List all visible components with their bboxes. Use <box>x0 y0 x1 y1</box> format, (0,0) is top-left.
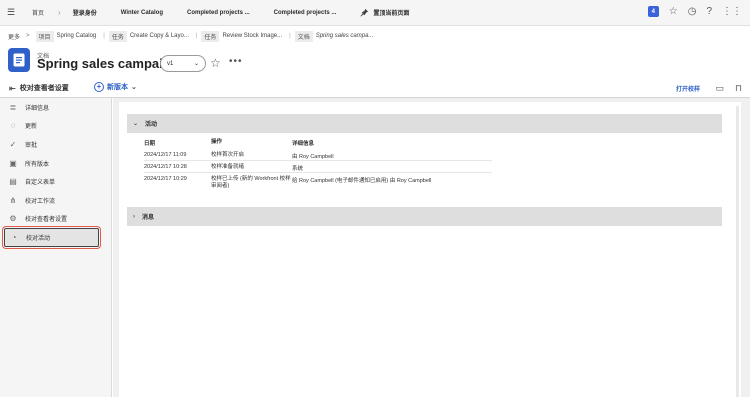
pin-page-button[interactable]: 置顶当前页面 <box>360 8 409 17</box>
collapse-left-icon: ⇤ <box>9 83 16 93</box>
activity-table: 日期 操作 详细信息 2024/12/17 11:09 校样首次开启 由 Roy… <box>144 139 492 190</box>
nav-home[interactable]: 首页 <box>32 8 44 17</box>
help-icon[interactable]: ? <box>706 6 712 17</box>
check-circle-icon: ✓ <box>9 139 17 149</box>
collapse-panel-button[interactable]: ⇤ 校对查看者设置 <box>9 83 69 93</box>
new-version-button[interactable]: + 新版本 ⌄ <box>94 82 137 92</box>
table-header: 日期 操作 详细信息 <box>144 139 492 149</box>
toolbar: ⇤ 校对查看者设置 + 新版本 ⌄ 打开校样 ▭ ⊓ <box>0 80 750 98</box>
column-header-details: 详细信息 <box>292 141 315 147</box>
scrollbar[interactable] <box>736 106 739 397</box>
cell-details: 系统 <box>292 166 304 172</box>
version-select[interactable]: v1 ⌄ <box>160 55 206 72</box>
pin-icon <box>360 8 369 17</box>
history-clock-icon[interactable]: ◷ <box>688 6 697 17</box>
favorites-star-icon[interactable]: ☆ <box>669 6 678 17</box>
plus-icon: + <box>94 82 104 92</box>
breadcrumb-item-document[interactable]: Spring sales campa... <box>316 33 374 39</box>
lock-icon[interactable]: ⊓ <box>735 83 742 94</box>
sidebar-item-label: 所有版本 <box>25 161 50 168</box>
sidebar: ≣ 详细信息 ◌ 更新 ✓ 审批 ▣ 所有版本 ▤ 自定义表单 ⋔ 校对工作流 … <box>0 98 112 397</box>
sidebar-item-label: 校对活动 <box>26 235 51 242</box>
breadcrumb-item-task-2[interactable]: Review Stock Image... <box>222 33 282 39</box>
chevron-down-icon: ⌄ <box>193 61 199 67</box>
main-content: ⌄ 活动 日期 操作 详细信息 2024/12/17 11:09 校样首次开启 … <box>113 98 750 397</box>
sidebar-item-label: 自定义表单 <box>25 180 56 187</box>
table-row: 2024/12/17 10:29 校样已上传 (新的 Workfront 校样审… <box>144 173 492 190</box>
chevron-down-icon: ⌄ <box>131 84 137 91</box>
sidebar-item-label: 校对工作流 <box>25 198 56 205</box>
activity-section-header[interactable]: ⌄ 活动 <box>127 114 722 133</box>
sidebar-item-label: 审批 <box>25 142 38 149</box>
sidebar-item-proof-workflow[interactable]: ⋔ 校对工作流 <box>0 191 111 210</box>
chevron-down-icon: ⌄ <box>133 121 139 127</box>
sidebar-item-proof-activity[interactable]: ◔ 校对活动 <box>2 226 101 249</box>
sidebar-item-details[interactable]: ≣ 详细信息 <box>0 98 111 117</box>
sidebar-item-label: 更新 <box>25 124 38 131</box>
sidebar-item-label: 校对查看者设置 <box>25 217 68 224</box>
hamburger-menu-icon[interactable]: ☰ <box>0 7 22 18</box>
open-proof-button[interactable]: 打开校样 <box>676 84 700 93</box>
sidebar-item-approvals[interactable]: ✓ 审批 <box>0 135 111 154</box>
chevron-right-icon: > <box>26 33 30 39</box>
breadcrumb-type-document: 文档 <box>294 30 313 42</box>
nav-tab-completed-projects-2[interactable]: Completed projects ... <box>274 10 337 16</box>
breadcrumb-more[interactable]: 更多 <box>8 32 20 41</box>
version-value: v1 <box>167 60 174 67</box>
chat-bubble-icon: ◌ <box>10 121 16 131</box>
sidebar-item-label: 详细信息 <box>25 105 50 112</box>
apps-grid-icon[interactable]: ⋮⋮ <box>722 6 742 17</box>
content-panel: ⌄ 活动 日期 操作 详细信息 2024/12/17 11:09 校样首次开启 … <box>119 102 741 397</box>
nav-tab-login[interactable]: 登录身份 <box>73 8 97 17</box>
cell-date: 2024/12/17 11:09 <box>144 152 187 158</box>
sidebar-item-updates[interactable]: ◌ 更新 <box>0 117 111 136</box>
sidebar-item-proof-viewer-settings[interactable]: ⚙ 校对查看者设置 <box>0 210 111 229</box>
chevron-right-icon: › <box>133 213 135 220</box>
activity-section-title: 活动 <box>145 122 158 128</box>
document-lines-icon: ≣ <box>9 102 17 112</box>
workflow-icon: ⋔ <box>9 195 17 205</box>
nav-tab-completed-projects-1[interactable]: Completed projects ... <box>187 10 250 16</box>
cell-action: 校样已上传 (新的 Workfront 校样审阅者) <box>211 176 291 189</box>
column-header-date: 日期 <box>144 141 156 147</box>
column-header-action: 操作 <box>211 139 223 145</box>
notifications-badge[interactable]: 4 <box>647 6 659 17</box>
messages-section-title: 消息 <box>142 215 155 221</box>
activity-icon: ◔ <box>11 232 17 242</box>
favorite-star-icon[interactable]: ☆ <box>210 56 221 70</box>
breadcrumb-type-task-2: 任务 <box>201 30 220 42</box>
top-nav-bar: ☰ 首页 › 登录身份 Winter Catalog Completed pro… <box>0 0 750 26</box>
messages-section-header[interactable]: › 消息 <box>127 207 722 226</box>
breadcrumb-type-task-1: 任务 <box>108 30 127 42</box>
panel-title: 校对查看者设置 <box>19 85 69 92</box>
breadcrumb: 更多 > 项目 Spring Catalog | 任务 Create Copy … <box>0 26 750 46</box>
cell-details: 由 Roy Campbell <box>292 154 334 160</box>
versions-icon: ▣ <box>9 158 17 168</box>
cell-details: 给 Roy Campbell (电子邮件通知已启用) 由 Roy Campbel… <box>292 178 432 184</box>
breadcrumb-type-project: 项目 <box>35 30 54 42</box>
more-options-icon[interactable]: ••• <box>229 56 243 67</box>
breadcrumb-item-project[interactable]: Spring Catalog <box>57 33 97 39</box>
table-row: 2024/12/17 10:28 校样准备就绪 系统 <box>144 161 492 173</box>
table-row: 2024/12/17 11:09 校样首次开启 由 Roy Campbell <box>144 149 492 161</box>
sidebar-item-all-versions[interactable]: ▣ 所有版本 <box>0 154 111 173</box>
cell-action: 校样首次开启 <box>211 152 245 158</box>
cell-date: 2024/12/17 10:28 <box>144 164 187 170</box>
cell-date: 2024/12/17 10:29 <box>144 176 187 182</box>
chevron-right-icon: › <box>58 8 61 17</box>
page-title: Spring sales campaign <box>37 56 179 71</box>
pin-page-label: 置顶当前页面 <box>373 11 410 17</box>
nav-tab-winter-catalog[interactable]: Winter Catalog <box>121 10 163 16</box>
new-version-label: 新版本 <box>107 84 128 91</box>
gear-icon: ⚙ <box>9 214 17 224</box>
sidebar-item-custom-forms[interactable]: ▤ 自定义表单 <box>0 172 111 191</box>
comment-icon[interactable]: ▭ <box>715 83 724 94</box>
document-type-icon <box>8 48 30 72</box>
form-icon: ▤ <box>9 177 17 187</box>
cell-action: 校样准备就绪 <box>211 164 245 170</box>
breadcrumb-item-task-1[interactable]: Create Copy & Layo... <box>130 33 189 39</box>
